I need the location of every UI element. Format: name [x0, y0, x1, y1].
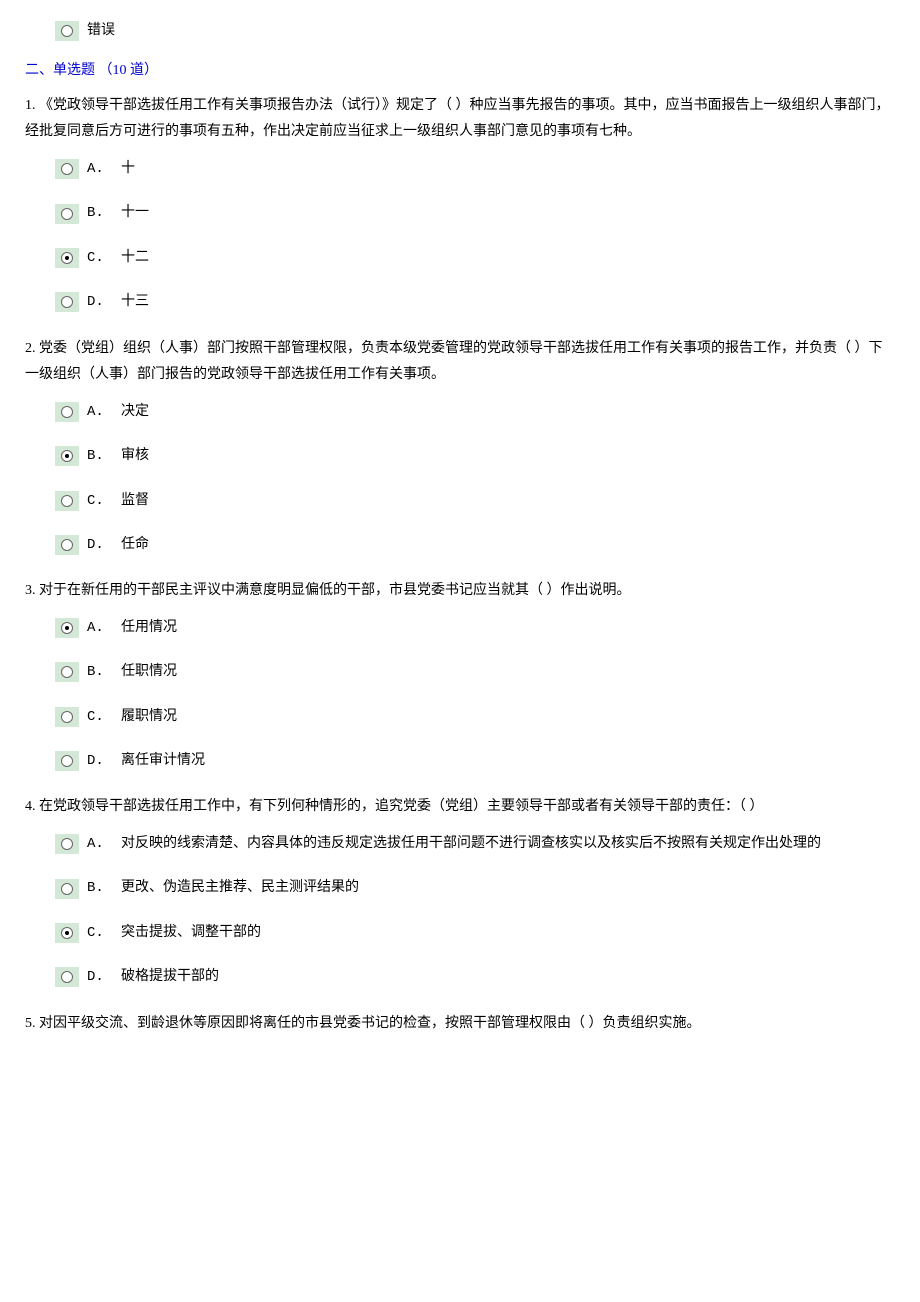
orphan-option-row: 错误 [55, 20, 895, 42]
option-label: A. [87, 401, 111, 423]
option-text: 更改、伪造民主推荐、民主测评结果的 [121, 877, 359, 899]
option-label: A. [87, 158, 111, 180]
option-text: 任职情况 [121, 661, 177, 683]
question-text: 4. 在党政领导干部选拔任用工作中，有下列何种情形的，追究党委（党组）主要领导干… [25, 794, 895, 821]
question-number: 5. [25, 1016, 36, 1031]
question-number: 3. [25, 583, 36, 598]
option-label: B. [87, 202, 111, 224]
option-row[interactable]: D. 破格提拔干部的 [55, 966, 895, 988]
option-text: 十三 [121, 291, 149, 313]
question-body: 在党政领导干部选拔任用工作中，有下列何种情形的，追究党委（党组）主要领导干部或者… [36, 799, 764, 814]
question-number: 4. [25, 799, 36, 814]
option-label: D. [87, 534, 111, 556]
option-row[interactable]: C. 十二 [55, 247, 895, 269]
radio-icon[interactable] [55, 618, 79, 638]
option-label: D. [87, 291, 111, 313]
option-text: 决定 [121, 401, 149, 423]
option-row[interactable]: B. 审核 [55, 445, 895, 467]
radio-icon[interactable] [55, 834, 79, 854]
radio-icon[interactable] [55, 662, 79, 682]
question-body: 党委（党组）组织（人事）部门按照干部管理权限，负责本级党委管理的党政领导干部选拔… [25, 341, 883, 383]
question-number: 1. [25, 98, 36, 113]
option-label: A. [87, 833, 111, 855]
radio-icon[interactable] [55, 923, 79, 943]
radio-icon[interactable] [55, 248, 79, 268]
option-text: 对反映的线索清楚、内容具体的违反规定选拔任用干部问题不进行调查核实以及核实后不按… [121, 833, 821, 855]
option-row[interactable]: B. 更改、伪造民主推荐、民主测评结果的 [55, 877, 895, 899]
option-text: 履职情况 [121, 706, 177, 728]
radio-icon[interactable] [55, 491, 79, 511]
option-text: 审核 [121, 445, 149, 467]
option-label: D. [87, 750, 111, 772]
option-text: 任命 [121, 534, 149, 556]
option-row[interactable]: A. 十 [55, 158, 895, 180]
option-row[interactable]: C. 监督 [55, 490, 895, 512]
option-row[interactable]: C. 突击提拔、调整干部的 [55, 922, 895, 944]
section-header: 二、单选题 （10 道） [25, 60, 895, 82]
option-row[interactable]: A. 任用情况 [55, 617, 895, 639]
question-text: 2. 党委（党组）组织（人事）部门按照干部管理权限，负责本级党委管理的党政领导干… [25, 336, 895, 389]
option-label: C. [87, 706, 111, 728]
radio-icon[interactable] [55, 402, 79, 422]
option-label: C. [87, 922, 111, 944]
option-text: 十一 [121, 202, 149, 224]
question-text: 3. 对于在新任用的干部民主评议中满意度明显偏低的干部，市县党委书记应当就其（ … [25, 578, 895, 605]
option-row[interactable]: A. 决定 [55, 401, 895, 423]
option-row[interactable]: B. 十一 [55, 202, 895, 224]
option-label: A. [87, 617, 111, 639]
question-body: 对于在新任用的干部民主评议中满意度明显偏低的干部，市县党委书记应当就其（ ）作出… [36, 583, 631, 598]
question: 1. 《党政领导干部选拔任用工作有关事项报告办法（试行）》规定了（ ）种应当事先… [25, 93, 895, 314]
option-text: 十 [121, 158, 135, 180]
radio-icon[interactable] [55, 751, 79, 771]
question: 2. 党委（党组）组织（人事）部门按照干部管理权限，负责本级党委管理的党政领导干… [25, 336, 895, 557]
option-text: 离任审计情况 [121, 750, 205, 772]
option-label: C. [87, 490, 111, 512]
radio-icon[interactable] [55, 707, 79, 727]
radio-icon[interactable] [55, 879, 79, 899]
question: 3. 对于在新任用的干部民主评议中满意度明显偏低的干部，市县党委书记应当就其（ … [25, 578, 895, 772]
option-row[interactable]: D. 离任审计情况 [55, 750, 895, 772]
option-label: B. [87, 877, 111, 899]
option-row[interactable]: D. 任命 [55, 534, 895, 556]
radio-icon[interactable] [55, 204, 79, 224]
radio-icon[interactable] [55, 446, 79, 466]
option-text: 破格提拔干部的 [121, 966, 219, 988]
option-label: B. [87, 661, 111, 683]
question: 4. 在党政领导干部选拔任用工作中，有下列何种情形的，追究党委（党组）主要领导干… [25, 794, 895, 988]
option-text: 突击提拔、调整干部的 [121, 922, 261, 944]
question-text: 1. 《党政领导干部选拔任用工作有关事项报告办法（试行）》规定了（ ）种应当事先… [25, 93, 895, 146]
radio-icon[interactable] [55, 535, 79, 555]
question-number: 2. [25, 341, 36, 356]
option-row[interactable]: B. 任职情况 [55, 661, 895, 683]
question-text: 5. 对因平级交流、到龄退休等原因即将离任的市县党委书记的检查，按照干部管理权限… [25, 1011, 895, 1038]
radio-icon[interactable] [55, 159, 79, 179]
option-text: 十二 [121, 247, 149, 269]
radio-icon[interactable] [55, 967, 79, 987]
radio-icon[interactable] [55, 292, 79, 312]
option-label: B. [87, 445, 111, 467]
radio-icon[interactable] [55, 21, 79, 41]
option-label: D. [87, 966, 111, 988]
option-row[interactable]: A. 对反映的线索清楚、内容具体的违反规定选拔任用干部问题不进行调查核实以及核实后… [55, 833, 895, 855]
option-text: 任用情况 [121, 617, 177, 639]
question-body: 对因平级交流、到龄退休等原因即将离任的市县党委书记的检查，按照干部管理权限由（ … [36, 1016, 701, 1031]
question-body: 《党政领导干部选拔任用工作有关事项报告办法（试行）》规定了（ ）种应当事先报告的… [25, 98, 890, 140]
question: 5. 对因平级交流、到龄退休等原因即将离任的市县党委书记的检查，按照干部管理权限… [25, 1011, 895, 1038]
option-row[interactable]: D. 十三 [55, 291, 895, 313]
option-text: 监督 [121, 490, 149, 512]
option-label: C. [87, 247, 111, 269]
option-row[interactable]: C. 履职情况 [55, 706, 895, 728]
orphan-option-text: 错误 [87, 20, 115, 42]
